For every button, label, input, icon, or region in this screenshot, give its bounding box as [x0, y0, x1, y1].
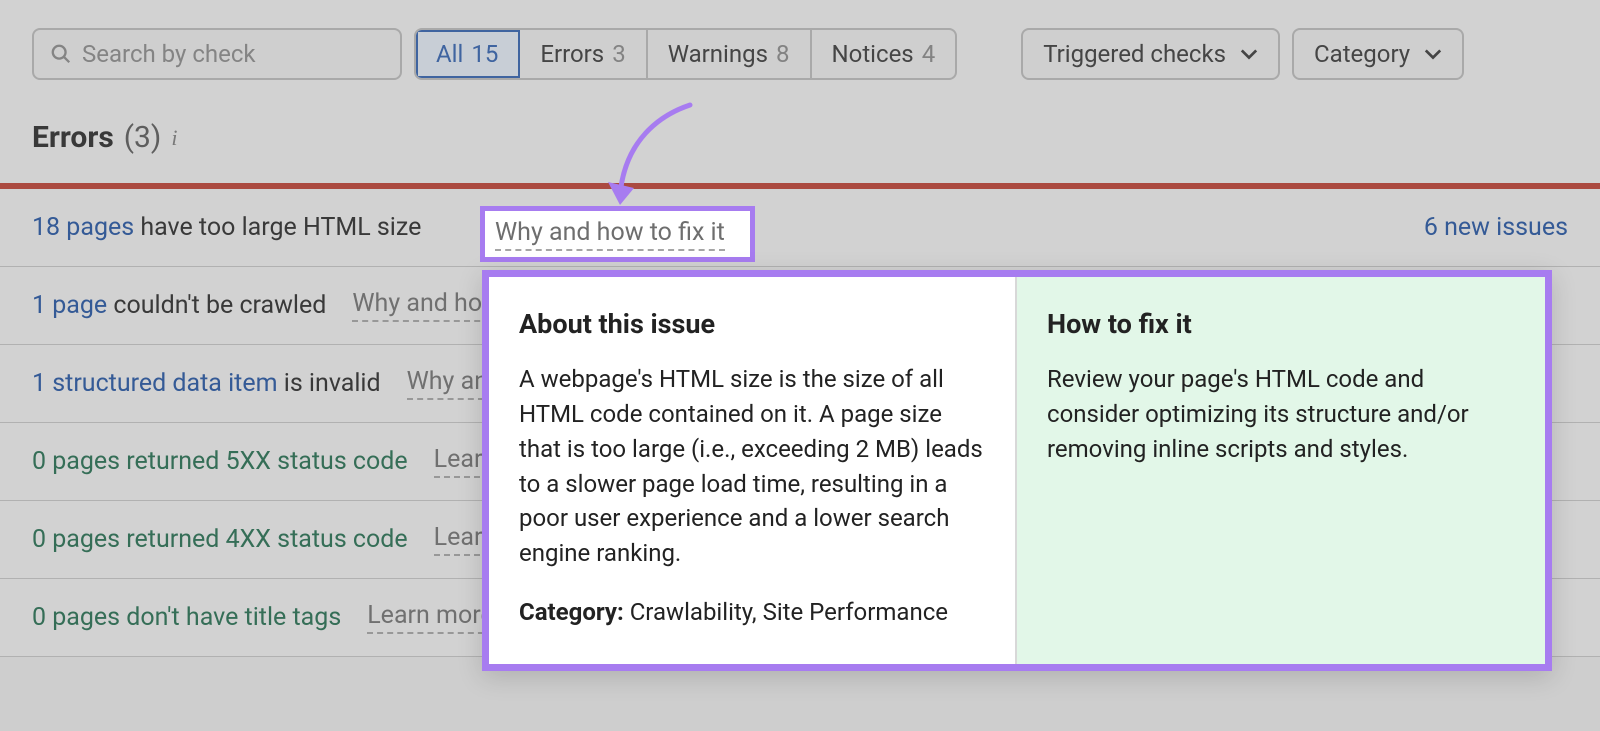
popover-about-title: About this issue — [519, 305, 985, 344]
issue-title[interactable]: 0 pages returned 5XX status code — [32, 447, 408, 476]
tab-errors-count: 3 — [612, 40, 626, 68]
new-issues-link[interactable]: 6 new issues — [1424, 213, 1568, 242]
popover-category: Category: Crawlability, Site Performance — [519, 595, 985, 630]
issue-title[interactable]: 1 page couldn't be crawled — [32, 291, 326, 320]
popover-category-label: Category: — [519, 598, 624, 626]
search-placeholder: Search by check — [82, 40, 256, 68]
issue-row: 18 pages have too large HTML size Why and… — [0, 189, 1600, 267]
learn-more-link[interactable]: Learn more — [367, 601, 493, 634]
section-title: Errors — [32, 120, 114, 155]
popover-fix-column: How to fix it Review your page's HTML co… — [1017, 277, 1545, 664]
issue-popover: About this issue A webpage's HTML size i… — [482, 270, 1552, 671]
tab-warnings-label: Warnings — [668, 40, 768, 68]
triggered-checks-label: Triggered checks — [1043, 40, 1226, 68]
controls-bar: Search by check All 15 Errors 3 Warnings… — [32, 28, 1568, 80]
issue-link[interactable]: 0 pages returned 5XX status code — [32, 447, 408, 476]
issue-text: couldn't be crawled — [107, 291, 326, 320]
chevron-down-icon — [1424, 48, 1442, 60]
tab-all-label: All — [436, 40, 463, 68]
issue-link[interactable]: 1 page — [32, 291, 107, 320]
issue-link[interactable]: 1 structured data item — [32, 369, 278, 398]
tab-all[interactable]: All 15 — [416, 30, 520, 78]
triggered-checks-dropdown[interactable]: Triggered checks — [1021, 28, 1280, 80]
category-label: Category — [1314, 40, 1410, 68]
issue-title[interactable]: 0 pages don't have title tags — [32, 603, 341, 632]
issue-link[interactable]: 0 pages returned 4XX status code — [32, 525, 408, 554]
popover-category-value: Crawlability, Site Performance — [624, 598, 948, 626]
section-count: (3) — [124, 120, 162, 155]
issue-text: have too large HTML size — [134, 213, 421, 242]
issue-link[interactable]: 18 pages — [32, 213, 134, 242]
issue-text: is invalid — [278, 369, 381, 398]
tab-warnings[interactable]: Warnings 8 — [648, 30, 812, 78]
category-dropdown[interactable]: Category — [1292, 28, 1464, 80]
issue-title[interactable]: 18 pages have too large HTML size — [32, 213, 421, 242]
tab-warnings-count: 8 — [776, 40, 790, 68]
issue-title[interactable]: 0 pages returned 4XX status code — [32, 525, 408, 554]
issue-title[interactable]: 1 structured data item is invalid — [32, 369, 381, 398]
popover-fix-title: How to fix it — [1047, 305, 1515, 344]
chevron-down-icon — [1240, 48, 1258, 60]
tab-notices-count: 4 — [922, 40, 936, 68]
section-heading: Errors (3) i — [32, 120, 1568, 155]
popover-about-column: About this issue A webpage's HTML size i… — [489, 277, 1017, 664]
tab-errors[interactable]: Errors 3 — [520, 30, 647, 78]
popover-fix-body: Review your page's HTML code and conside… — [1047, 362, 1515, 466]
issue-link[interactable]: 0 pages don't have title tags — [32, 603, 341, 632]
tab-all-count: 15 — [471, 40, 498, 68]
annotation-arrow — [590, 100, 710, 220]
tab-errors-label: Errors — [540, 40, 604, 68]
filter-tab-group: All 15 Errors 3 Warnings 8 Notices 4 — [414, 28, 957, 80]
popover-about-body: A webpage's HTML size is the size of all… — [519, 362, 985, 571]
search-icon — [50, 43, 72, 65]
info-icon[interactable]: i — [171, 125, 177, 151]
tab-notices-label: Notices — [832, 40, 914, 68]
tab-notices[interactable]: Notices 4 — [812, 30, 956, 78]
why-and-how-link[interactable]: Why and how to fix it — [495, 218, 725, 251]
search-input[interactable]: Search by check — [32, 28, 402, 80]
